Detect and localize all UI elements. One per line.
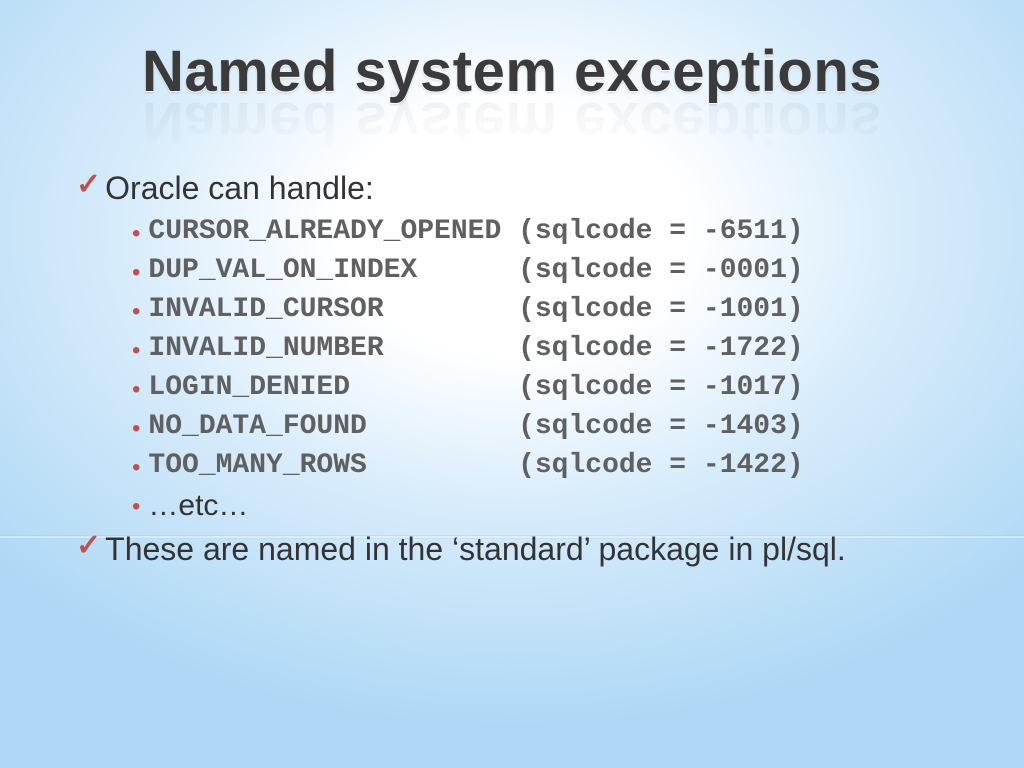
exception-line: LOGIN_DENIED (sqlcode = -1017) [148,372,803,403]
exception-line: INVALID_CURSOR (sqlcode = -1001) [148,294,803,325]
footer-text: These are named in the ‘standard’ packag… [105,529,846,569]
bullet-dot-icon: • [132,300,140,324]
bullet-dot-icon: • [132,222,140,246]
slide-content: ✓ Oracle can handle: • CURSOR_ALREADY_OP… [70,168,954,569]
exception-item: • LOGIN_DENIED (sqlcode = -1017) [132,372,954,403]
exception-item: • INVALID_CURSOR (sqlcode = -1001) [132,294,954,325]
exception-etc: • …etc… [132,489,954,523]
exception-line: NO_DATA_FOUND (sqlcode = -1403) [148,411,803,442]
bullet-dot-icon: • [132,339,140,363]
exception-line: DUP_VAL_ON_INDEX (sqlcode = -0001) [148,255,803,286]
bullet-footer: ✓ These are named in the ‘standard’ pack… [76,529,954,569]
slide-title: Named system exceptions [70,38,954,105]
bullet-dot-icon: • [132,417,140,441]
exception-line: INVALID_NUMBER (sqlcode = -1722) [148,333,803,364]
lead-text: Oracle can handle: [105,168,374,208]
bullet-dot-icon: • [132,378,140,402]
bullet-dot-icon: • [132,261,140,285]
checkmark-icon: ✓ [76,531,101,561]
exception-line: CURSOR_ALREADY_OPENED (sqlcode = -6511) [148,216,803,247]
bullet-dot-icon: • [132,456,140,480]
exception-item: • TOO_MANY_ROWS (sqlcode = -1422) [132,450,954,481]
checkmark-icon: ✓ [76,170,101,200]
bullet-lead: ✓ Oracle can handle: [76,168,954,208]
slide: Named system exceptions Named system exc… [0,0,1024,768]
exception-item: • CURSOR_ALREADY_OPENED (sqlcode = -6511… [132,216,954,247]
etc-text: …etc… [148,489,248,523]
exception-line: TOO_MANY_ROWS (sqlcode = -1422) [148,450,803,481]
exception-item: • DUP_VAL_ON_INDEX (sqlcode = -0001) [132,255,954,286]
bullet-dot-icon: • [132,495,140,519]
exception-item: • INVALID_NUMBER (sqlcode = -1722) [132,333,954,364]
exception-item: • NO_DATA_FOUND (sqlcode = -1403) [132,411,954,442]
